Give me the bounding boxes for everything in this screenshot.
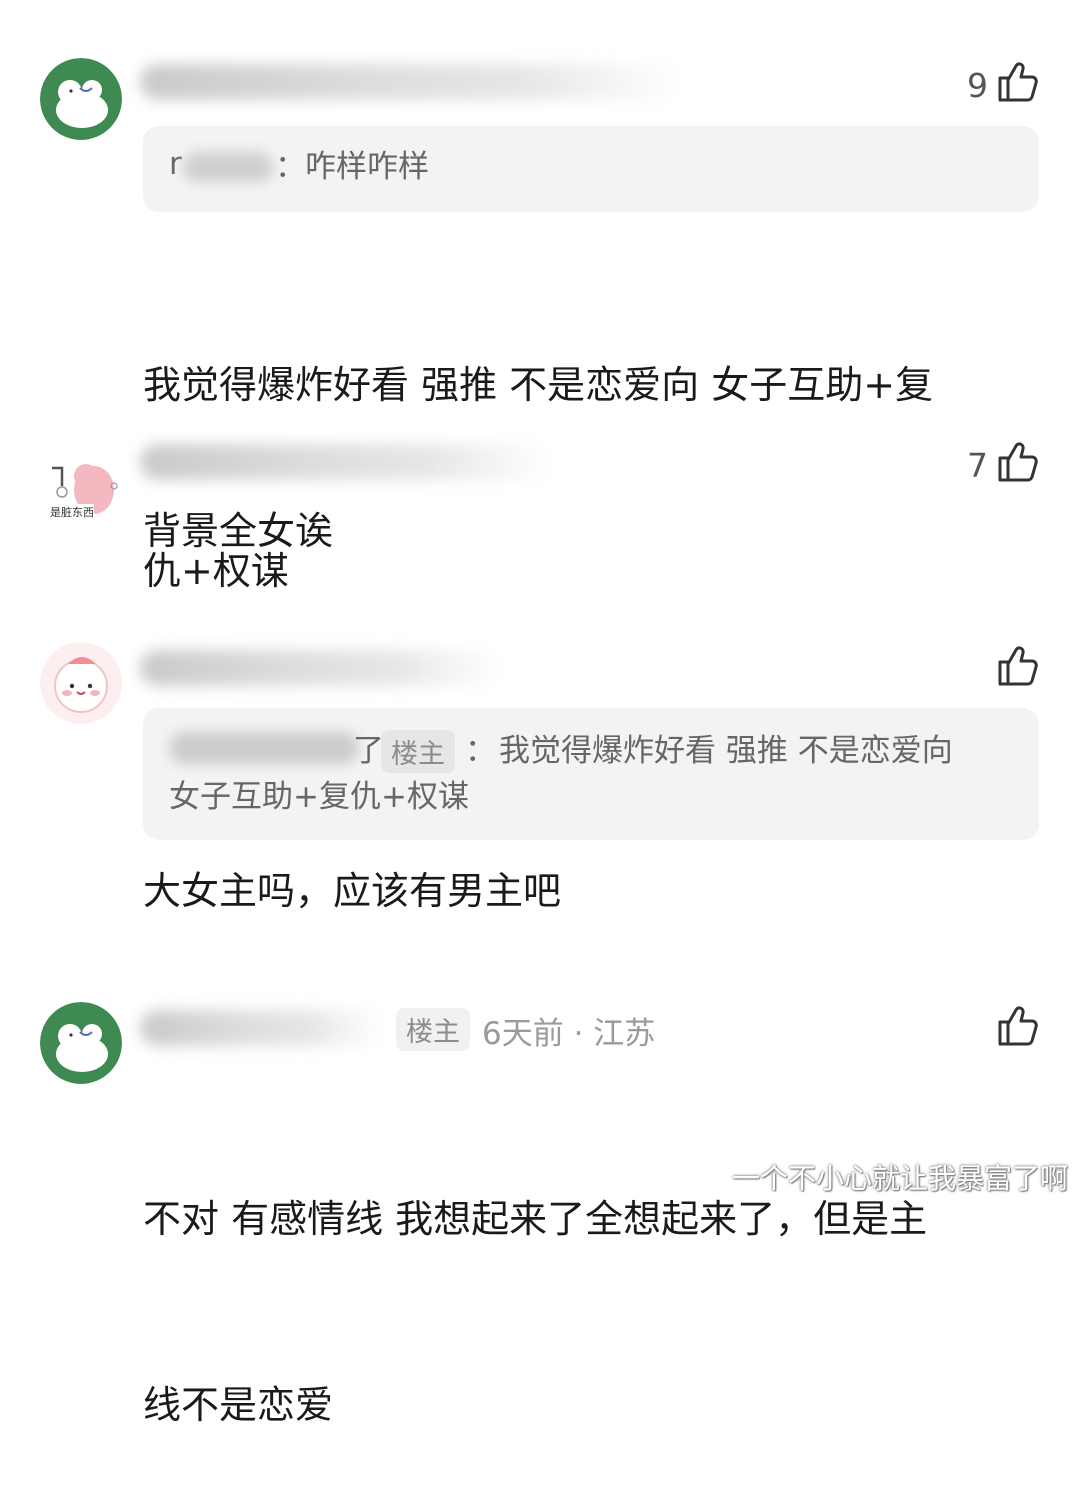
- quote-text-line2: 女子互助+复仇+权谋: [169, 779, 469, 815]
- comment-body-2: 背景全女诶: [143, 509, 334, 553]
- quote-text: 咋样咋样: [305, 149, 429, 185]
- quote-author-initial: r: [169, 146, 182, 182]
- avatar-user-1-image: [40, 58, 122, 140]
- avatar-user-2[interactable]: 是脏东西: [38, 446, 122, 530]
- comment-body-4-line1: 不对 有感情线 我想起来了全想起来了，但是主: [143, 1197, 928, 1241]
- thumbs-up-icon[interactable]: [994, 58, 1040, 104]
- blurred-username-2[interactable]: [140, 444, 550, 480]
- op-badge: 楼主: [396, 1008, 470, 1051]
- blurred-username-3[interactable]: [140, 650, 500, 686]
- avatar-user-1[interactable]: [40, 58, 122, 140]
- avatar-user-3[interactable]: [40, 642, 122, 724]
- like-count-2: 7: [967, 446, 988, 485]
- quote-separator: ：: [465, 733, 496, 769]
- quote-author-blur: [183, 152, 273, 182]
- quote-text-line1: 我觉得爆炸好看 强推 不是恋爱向: [499, 733, 953, 769]
- quote-author-blur: [169, 732, 359, 764]
- thumbs-up-icon[interactable]: [994, 438, 1040, 484]
- thumbs-up-icon[interactable]: [994, 642, 1040, 688]
- op-badge: 楼主: [381, 730, 455, 773]
- blurred-username-4[interactable]: [140, 1010, 380, 1046]
- quoted-reply-3[interactable]: 了 楼主 ： 我觉得爆炸好看 强推 不是恋爱向 女子互助+复仇+权谋: [143, 708, 1039, 840]
- thumbs-up-icon[interactable]: [994, 1002, 1040, 1048]
- comment-body-1-line1: 我觉得爆炸好看 强推 不是恋爱向 女子互助+复: [143, 363, 934, 407]
- quote-author-tail: 了: [353, 733, 384, 769]
- comment-body-4-line2: 线不是恋爱: [143, 1383, 334, 1427]
- comment-meta-4: 6天前 · 江苏: [482, 1016, 656, 1052]
- avatar-user-2-caption: 是脏东西: [50, 504, 94, 520]
- avatar-user-4-image: [40, 1002, 122, 1084]
- comment-body-4: 不对 有感情线 我想起来了全想起来了，但是主 线不是恋爱: [143, 1064, 927, 1498]
- quoted-reply-1[interactable]: r ： 咋样咋样: [143, 126, 1039, 212]
- quote-separator: ：: [275, 149, 306, 185]
- avatar-user-4[interactable]: [40, 1002, 122, 1084]
- watermark: 一个不小心就让我暴富了啊: [731, 1162, 1068, 1195]
- like-count-1: 9: [967, 66, 988, 105]
- avatar-user-3-image: [40, 642, 122, 724]
- blurred-username-1[interactable]: [140, 64, 680, 100]
- comment-body-3: 大女主吗，应该有男主吧: [143, 869, 562, 913]
